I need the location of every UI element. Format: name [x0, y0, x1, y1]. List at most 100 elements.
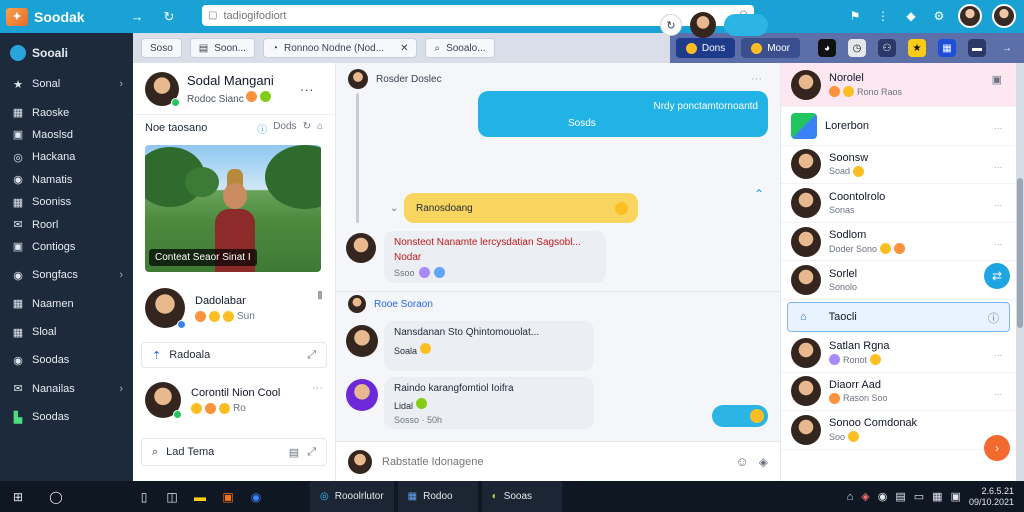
profile-avatar[interactable] — [145, 71, 180, 107]
folder-icon[interactable]: ▬ — [186, 481, 214, 512]
sidebar-item[interactable]: ▦ Naamen — [0, 293, 133, 315]
close-icon[interactable]: ✕ — [400, 43, 408, 54]
expand-icon[interactable]: ⤢ — [307, 349, 316, 362]
settings-icon[interactable]: ⚙ — [930, 7, 948, 25]
dons-button[interactable]: Dons — [675, 38, 736, 58]
sidebar-item[interactable]: ◉ Songfacs › — [0, 264, 133, 286]
refresh-icon[interactable]: ↻ — [303, 121, 311, 136]
message-bubble-incoming[interactable]: Nansdanan Sto Qhintomouolat... Soala — [384, 321, 594, 371]
sidebar-item[interactable]: ◉ Soodas — [0, 349, 133, 371]
sidebar-item[interactable]: ▣ Contiogs — [0, 236, 133, 258]
next-button[interactable]: › — [984, 435, 1010, 461]
star-badge-icon[interactable]: ★ — [908, 39, 926, 57]
sidebar-item[interactable]: ▦ Sloal — [0, 321, 133, 343]
tag-icon[interactable]: ⌂ — [317, 121, 323, 136]
taskbar-app[interactable]: ◎ Rooolrlutor — [310, 481, 394, 512]
message-input[interactable] — [382, 455, 726, 468]
sidebar-item[interactable]: ▦ Sooniss — [0, 191, 133, 213]
notification-icon[interactable]: ▣ — [951, 490, 961, 503]
search-icon[interactable]: ◯ — [42, 481, 70, 512]
taskbar-app[interactable]: ◐ Sooas — [481, 481, 562, 512]
widgets-icon[interactable]: ◫ — [158, 481, 186, 512]
sidebar-item[interactable]: ▙ Soodas — [0, 406, 133, 428]
profile-card[interactable]: Corontil Nion Cool Ro ··· — [133, 372, 335, 428]
message-bubble-highlight[interactable]: Ranosdoang — [404, 193, 638, 223]
battery-icon[interactable]: ▭ — [914, 490, 924, 503]
taskbar-app[interactable]: ▦ Rodoo — [397, 481, 478, 512]
message-bubble-outgoing[interactable]: Nrdy ponctamtornoantd Sosds — [478, 91, 768, 137]
refresh-icon[interactable]: ↻ — [160, 8, 178, 26]
info-icon[interactable]: ⓘ — [988, 310, 999, 326]
contact-item-selected[interactable]: ⌂ Taocli ⓘ — [787, 301, 1010, 332]
sidebar-item[interactable]: ✉ Nanailas › — [0, 378, 133, 400]
contact-item[interactable]: Sonoo Comdonak Soo — [781, 411, 1016, 450]
info-icon[interactable]: ⓘ — [257, 121, 267, 136]
forward-arrow-icon[interactable]: → — [128, 8, 146, 26]
bookmark-icon[interactable]: ◆ — [902, 7, 920, 25]
contact-item[interactable]: Satlan Rgna Ronot ... — [781, 334, 1016, 373]
sidebar-header[interactable]: Sooali — [0, 33, 133, 73]
network-icon[interactable]: ⌂ — [847, 491, 854, 503]
user-avatar[interactable] — [958, 4, 982, 28]
chevron-down-icon[interactable]: ⌄ — [390, 203, 398, 214]
sidebar-item[interactable]: ◉ Namatis — [0, 169, 133, 191]
message-bubble-incoming[interactable]: Nonsteot Nanamte lercysdatian Sagsobl...… — [384, 231, 606, 283]
wifi-icon[interactable]: ▤ — [895, 490, 905, 503]
clock-icon[interactable]: ◷ — [848, 39, 866, 57]
account-avatar[interactable] — [992, 4, 1016, 28]
sidebar-item[interactable]: ◎ Hackana — [0, 146, 133, 168]
flag-icon[interactable]: ⚑ — [846, 7, 864, 25]
more-options-icon[interactable]: ··· — [312, 382, 323, 394]
sidebar-item[interactable]: ✉ Roorl — [0, 213, 133, 235]
alert-icon[interactable]: ◈ — [861, 490, 869, 503]
compose-button[interactable]: ⇄ — [984, 263, 1010, 289]
sidebar-item[interactable]: ★ Sonal › — [0, 73, 133, 95]
contact-item[interactable]: Soonsw Soad ... — [781, 146, 1016, 185]
tab-active[interactable]: ◔ Ronnoo Nodne (Nod... ✕ — [262, 38, 418, 58]
mask-icon[interactable]: ◕ — [818, 39, 836, 57]
bookmark-icon[interactable]: ▮ — [317, 288, 323, 301]
sidebar-item[interactable]: ▣ Maoslsd — [0, 124, 133, 146]
tab[interactable]: ⌕ Sooalo... — [425, 38, 495, 58]
arrow-right-icon[interactable]: → — [998, 39, 1016, 57]
contact-item[interactable]: Coontolrolo Sonas ... — [781, 184, 1016, 223]
expand-icon[interactable]: ⤢ — [307, 446, 316, 459]
tab[interactable]: ▤ Soon... — [189, 38, 255, 58]
task-view-icon[interactable]: ▯ — [130, 481, 158, 512]
contact-item[interactable]: Lorerbon ... — [781, 107, 1016, 146]
shield-icon[interactable]: ◈ — [759, 455, 768, 469]
attach-icon[interactable]: ▤ — [289, 446, 299, 459]
profile-card[interactable]: Dadolabar Sun ▮ — [133, 278, 335, 338]
folder-icon[interactable]: ▬ — [968, 39, 986, 57]
section-action-label[interactable]: Dods — [273, 121, 296, 136]
sidebar-item[interactable]: ▦ Raoske — [0, 101, 133, 123]
browser-icon[interactable]: ◉ — [242, 481, 270, 512]
more-vertical-icon[interactable]: ⋮ — [874, 7, 892, 25]
more-options-icon[interactable]: ··· — [751, 73, 762, 85]
featured-photo[interactable]: Conteat Seaor Sinat I — [145, 145, 321, 272]
more-options-icon[interactable]: ··· — [300, 81, 314, 97]
chevron-up-icon[interactable]: ⌃ — [754, 187, 764, 201]
contact-item[interactable]: Sodlom Doder Sono ... — [781, 223, 1016, 262]
refresh-icon[interactable]: ↻ — [660, 14, 682, 36]
link-row[interactable]: ⇡ Radoala ⤢ — [141, 342, 327, 368]
store-icon[interactable]: ▣ — [214, 481, 242, 512]
message-bubble-incoming[interactable]: Raindo karangfomtiol Ioifra Lidal Sosso … — [384, 377, 594, 429]
volume-icon[interactable]: ◉ — [878, 490, 888, 503]
keyboard-icon[interactable]: ▦ — [932, 490, 942, 503]
start-icon[interactable]: ⊞ — [4, 481, 32, 512]
tab[interactable]: Soso — [141, 38, 182, 58]
image-icon[interactable]: ▣ — [992, 73, 1002, 86]
scrollbar-thumb[interactable] — [1017, 178, 1023, 328]
chat-participant-avatar[interactable] — [690, 12, 716, 38]
users-icon[interactable]: ⚇ — [878, 39, 896, 57]
clock[interactable]: 2.6.5.21 09/10.2021 — [969, 486, 1014, 508]
window-icon[interactable]: ▦ — [938, 39, 956, 57]
reaction-button[interactable] — [712, 405, 768, 427]
contact-item[interactable]: Sorlel Sonolo — [781, 261, 1016, 300]
contact-item[interactable]: Norolel Rono Raos ▣ — [781, 63, 1016, 107]
contact-item[interactable]: Diaorr Aad Rason Soo ... — [781, 373, 1016, 412]
call-button[interactable] — [724, 14, 768, 36]
moor-button[interactable]: Moor — [741, 38, 800, 58]
footer-row[interactable]: ⌕ Lad Tema ▤ ⤢ — [141, 438, 327, 466]
